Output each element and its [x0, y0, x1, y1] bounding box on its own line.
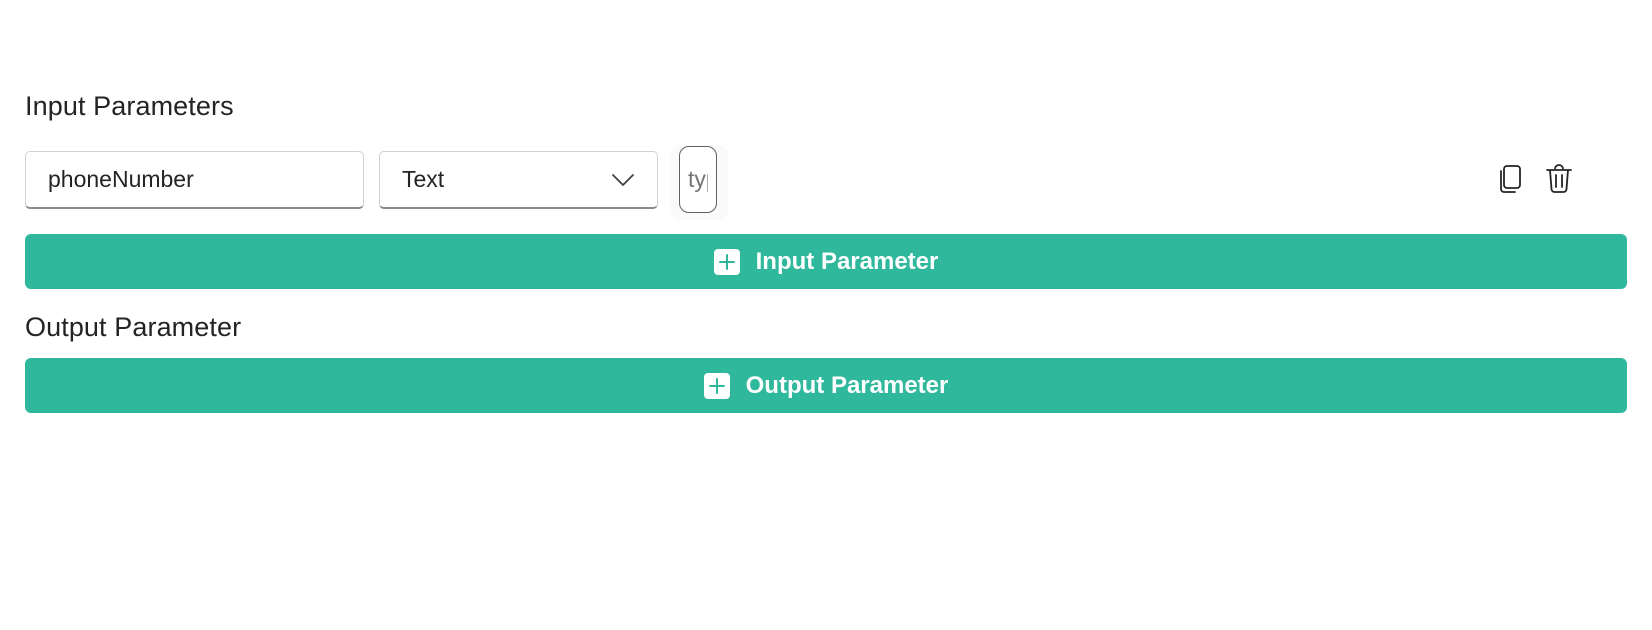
parameter-description-wrapper	[670, 145, 728, 220]
add-input-parameter-button[interactable]: Input Parameter	[25, 234, 1627, 289]
output-parameter-heading: Output Parameter	[25, 312, 242, 342]
copy-parameter-button[interactable]	[1492, 163, 1528, 199]
parameter-name-input[interactable]	[25, 151, 364, 209]
add-output-parameter-label: Output Parameter	[745, 371, 949, 399]
input-parameter-row: Text	[25, 145, 1627, 220]
copy-icon	[1497, 164, 1523, 199]
delete-parameter-button[interactable]	[1541, 163, 1577, 199]
plus-icon	[703, 372, 730, 399]
input-parameters-heading: Input Parameters	[25, 91, 234, 121]
plus-icon	[713, 248, 740, 275]
parameter-type-select[interactable]: Text	[379, 151, 658, 209]
parameters-panel: Input Parameters Text	[0, 0, 1652, 630]
trash-icon	[1545, 163, 1573, 199]
parameter-description-input[interactable]	[679, 146, 717, 213]
parameter-type-value: Text	[402, 166, 445, 192]
add-output-parameter-button[interactable]: Output Parameter	[25, 358, 1627, 413]
add-input-parameter-label: Input Parameter	[755, 247, 939, 275]
chevron-down-icon	[611, 173, 635, 187]
